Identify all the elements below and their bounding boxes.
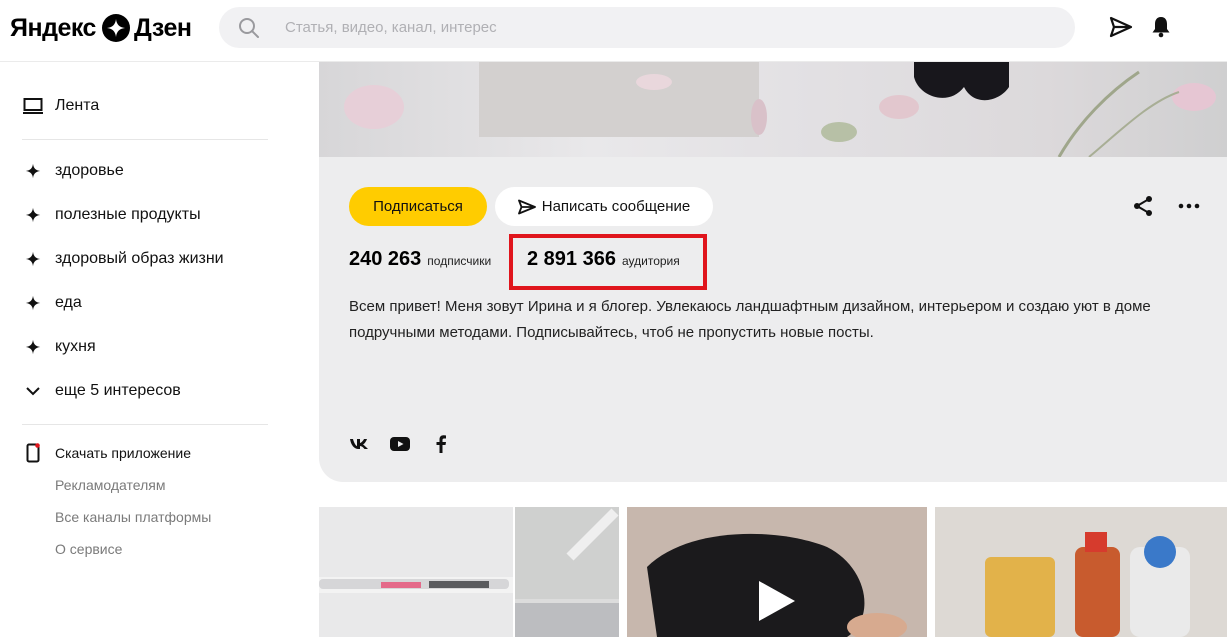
sidebar-item-interest[interactable]: здоровье [22,159,124,183]
subscribers-stat: 240 263 подписчики [349,248,491,271]
more-options-icon[interactable] [1177,194,1201,218]
sparkle-icon [22,204,44,226]
post-thumbnail[interactable] [515,507,619,637]
logo-text-left: Яндекс [10,13,96,42]
youtube-icon[interactable] [389,433,411,455]
subscribers-count: 240 263 [349,248,422,270]
sidebar-divider [22,139,268,140]
subscribers-label: подписчики [427,254,492,268]
sidebar-item-label: здоровый образ жизни [55,250,224,267]
sidebar-item-label: кухня [55,338,96,355]
search-bar[interactable] [219,7,1075,48]
sidebar-item-label: еда [55,294,82,311]
left-sidebar: Лента здоровье полезные продукты здоровы… [0,62,300,637]
sidebar-item-interest[interactable]: здоровый образ жизни [22,247,224,271]
play-icon [759,581,795,621]
video-thumbnail[interactable] [627,507,927,637]
zen-star-icon [101,14,130,42]
subscribe-button[interactable]: Подписаться [349,187,487,226]
sparkle-icon [22,292,44,314]
channel-cover-image [319,62,1227,157]
sidebar-item-interest[interactable]: полезные продукты [22,203,201,227]
audience-highlight-box [509,234,707,290]
sidebar-item-label: полезные продукты [55,206,201,223]
sidebar-item-label: Скачать приложение [55,445,192,461]
yandex-zen-logo[interactable]: Яндекс Дзен [10,13,192,43]
channel-description: Всем привет! Меня зовут Ирина и я блогер… [349,298,1151,341]
write-message-label: Написать сообщение [541,198,691,215]
share-icon[interactable] [1131,194,1155,218]
sidebar-link-about[interactable]: О сервисе [55,541,122,557]
mobile-phone-icon [22,442,44,464]
post-thumbnail[interactable] [935,507,1227,637]
sidebar-item-feed[interactable]: Лента [22,94,99,118]
sidebar-item-download-app[interactable]: Скачать приложение [22,441,191,465]
sidebar-item-label: еще 5 интересов [55,382,181,399]
sparkle-icon [22,336,44,358]
send-icon[interactable] [1108,14,1134,40]
post-thumbnail[interactable] [319,507,513,637]
bell-icon[interactable] [1148,14,1174,40]
vk-icon[interactable] [348,433,370,455]
facebook-icon[interactable] [430,433,452,455]
search-input[interactable] [285,7,1045,48]
sidebar-link-advertisers[interactable]: Рекламодателям [55,477,165,493]
sidebar-item-label: Лента [55,97,100,114]
sidebar-divider [22,424,268,425]
send-icon [517,199,536,215]
sparkle-icon [22,248,44,270]
top-header: Яндекс Дзен [0,0,1227,62]
sidebar-item-label: здоровье [55,162,124,179]
sidebar-item-interest[interactable]: еда [22,291,82,315]
channel-card: Подписаться Написать сообщение 240 263 п… [319,62,1227,482]
logo-text-right: Дзен [133,13,192,42]
monitor-icon [22,95,44,117]
sidebar-link-all-channels[interactable]: Все каналы платформы [55,509,211,525]
sidebar-item-interest[interactable]: кухня [22,335,96,359]
search-icon [239,18,259,38]
sparkle-icon [22,160,44,182]
chevron-down-icon [22,380,44,402]
write-message-button[interactable]: Написать сообщение [495,187,713,226]
sidebar-item-more-interests[interactable]: еще 5 интересов [22,379,181,403]
